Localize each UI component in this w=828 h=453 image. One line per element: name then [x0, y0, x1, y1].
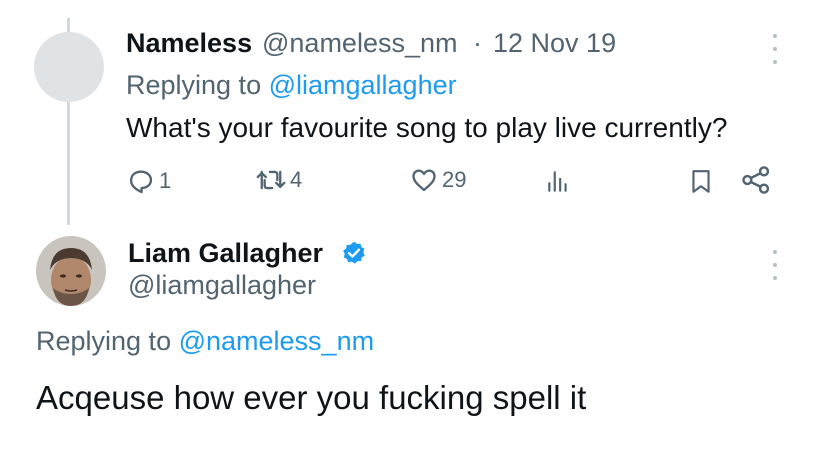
like-icon — [412, 169, 436, 192]
retweet-button[interactable]: 4 — [256, 166, 302, 194]
parent-author-handle[interactable]: @nameless_nm — [262, 28, 458, 59]
avatar-photo — [36, 236, 106, 306]
like-button[interactable]: 29 — [410, 166, 466, 194]
share-button[interactable] — [740, 165, 772, 195]
retweet-icon — [256, 170, 286, 190]
parent-author-name[interactable]: Nameless — [126, 28, 252, 59]
views-button[interactable] — [545, 168, 571, 194]
views-icon — [548, 171, 567, 192]
reply-button[interactable]: 1 — [127, 167, 171, 195]
share-icon — [742, 166, 770, 194]
main-replying-to: Replying to @nameless_nm — [36, 326, 374, 357]
bookmark-icon — [692, 170, 710, 193]
date-separator: · — [473, 28, 482, 58]
replying-to-mention-link[interactable]: @liamgallagher — [269, 70, 457, 100]
bookmark-button[interactable] — [688, 168, 714, 196]
reply-icon — [129, 170, 153, 194]
verified-badge-icon — [341, 240, 367, 271]
like-count: 29 — [442, 167, 467, 192]
replying-to-mention-link[interactable]: @nameless_nm — [179, 326, 375, 356]
retweet-count: 4 — [290, 167, 303, 192]
parent-avatar[interactable] — [34, 32, 104, 102]
replying-to-label: Replying to — [126, 70, 269, 100]
main-author-avatar[interactable] — [36, 236, 106, 306]
parent-tweet-text: What's your favourite song to play live … — [126, 112, 728, 143]
replying-to-label: Replying to — [36, 326, 179, 356]
main-author-handle[interactable]: @liamgallagher — [128, 270, 316, 301]
parent-tweet-date[interactable]: 12 Nov 19 — [493, 28, 616, 59]
main-author-name[interactable]: Liam Gallagher — [128, 238, 323, 269]
parent-replying-to: Replying to @liamgallagher — [126, 70, 457, 101]
parent-more-icon[interactable] — [765, 34, 785, 64]
main-more-icon[interactable] — [765, 250, 785, 280]
reply-count: 1 — [159, 168, 172, 193]
main-tweet-text: Acqeuse how ever you fucking spell it — [36, 379, 587, 416]
